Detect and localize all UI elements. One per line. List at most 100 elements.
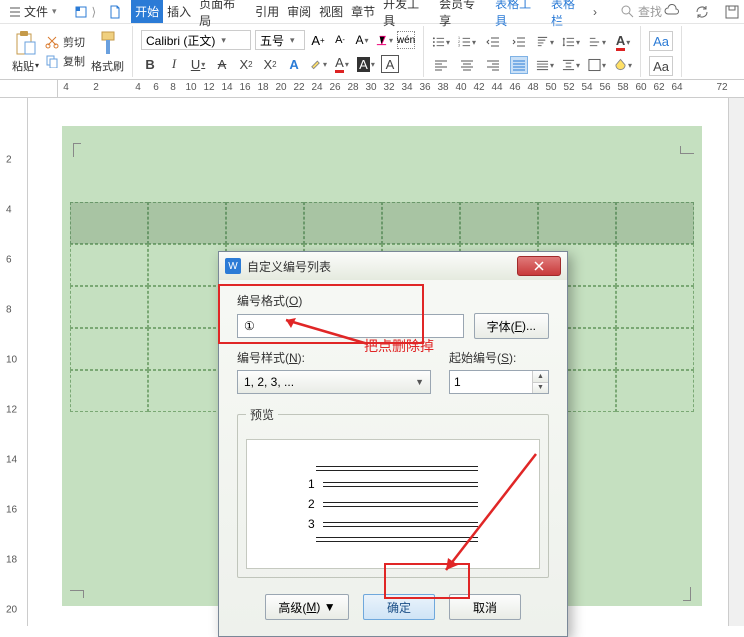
tabs-overflow[interactable]: › [591,5,599,19]
preview-num: 1 [308,477,315,491]
spin-down[interactable]: ▼ [532,383,548,394]
align-center-button[interactable] [458,56,476,74]
file-menu-label: 文件 [24,3,48,20]
shading-button[interactable] [614,56,632,74]
font-button[interactable]: 字体(F)... [474,313,549,339]
tab-setup-button[interactable] [588,33,606,51]
ok-button[interactable]: 确定 [363,594,435,620]
format-value: ① [244,319,255,333]
copy-button[interactable]: 复制 [43,52,87,70]
char-shading-button[interactable]: A [357,55,375,73]
line-spacing-button[interactable] [562,33,580,51]
phonetic-guide-button[interactable]: wén [397,31,415,49]
cut-button[interactable]: 剪切 [43,33,87,51]
align-right-button[interactable] [484,56,502,74]
cancel-button[interactable]: 取消 [449,594,521,620]
tab-view[interactable]: 视图 [315,0,347,23]
margin-corner [683,587,691,601]
tab-section[interactable]: 章节 [347,0,379,23]
style-value: 1, 2, 3, ... [244,375,294,389]
sep: ⟩ [92,5,97,19]
font-color-button[interactable]: A [333,55,351,73]
spin-up[interactable]: ▲ [532,371,548,383]
margin-corner [680,146,694,154]
number-style-select[interactable]: 1, 2, 3, ... [237,370,431,394]
horizontal-ruler[interactable]: 4 2 4 6 8 10 12 14 16 18 20 22 24 26 28 … [58,80,744,97]
home-icon[interactable] [73,4,89,20]
start-number-spinner[interactable]: 1 ▲▼ [449,370,549,394]
preview-num: 3 [308,517,315,531]
para-color-button[interactable]: A [614,33,632,51]
advanced-button[interactable]: 高级(M) ▼ [265,594,349,620]
format-painter-label: 格式刷 [91,58,124,74]
save-icon[interactable] [724,4,740,20]
clear-format-button[interactable] [375,31,393,49]
margin-corner [73,143,81,157]
number-list-button[interactable]: 123 [458,33,476,51]
superscript-button[interactable]: X2 [237,55,255,73]
tab-insert[interactable]: 插入 [163,0,195,23]
tab-start[interactable]: 开始 [131,0,163,23]
style2-button[interactable]: Aa [649,56,673,76]
cut-label: 剪切 [63,34,85,50]
preview-num: 2 [308,497,315,511]
hamburger-icon [10,7,20,17]
cloud-icon[interactable] [664,4,680,20]
change-case-button[interactable]: A [353,31,371,49]
style1-button[interactable]: Aa [649,31,673,51]
preview-box: 1 2 3 [246,439,540,569]
font-size-select[interactable]: 五号 [255,30,305,50]
char-border-button[interactable]: A [381,55,399,73]
tab-review[interactable]: 审阅 [283,0,315,23]
align-left-button[interactable] [432,56,450,74]
dialog-titlebar[interactable]: W 自定义编号列表 [219,252,567,280]
sort-button[interactable] [536,33,554,51]
paste-icon [15,30,37,56]
search-box[interactable]: 查找 [621,3,662,20]
start-label: 起始编号(S): [449,349,549,366]
sync-icon[interactable] [694,4,710,20]
close-icon [533,261,545,271]
dialog-app-icon: W [225,258,241,274]
number-format-input[interactable]: ① [237,314,464,338]
file-menu[interactable]: 文件 ▾ [4,1,63,22]
subscript-button[interactable]: X2 [261,55,279,73]
copy-label: 复制 [63,53,85,69]
dialog-title: 自定义编号列表 [247,258,331,275]
increase-indent-button[interactable] [510,33,528,51]
borders-button[interactable] [588,56,606,74]
cut-icon [45,35,59,49]
format-painter-button[interactable]: 格式刷 [87,26,128,77]
preview-label: 预览 [246,406,278,423]
paste-label: 粘贴 [12,58,34,74]
copy-icon [45,54,59,68]
align-distributed-button[interactable] [536,56,554,74]
vertical-scrollbar[interactable] [728,98,744,626]
search-placeholder: 查找 [638,3,662,20]
grow-font-button[interactable]: A+ [309,31,327,49]
paste-button[interactable]: 粘贴▾ [8,26,43,77]
custom-number-list-dialog: W 自定义编号列表 编号格式(O) ① 字体(F)... 编号样式(N): 1,… [218,251,568,637]
doc-icon[interactable] [107,4,123,20]
highlight-button[interactable] [309,55,327,73]
align-justify-button[interactable] [510,56,528,74]
font-name-select[interactable]: Calibri (正文) [141,30,251,50]
vertical-ruler[interactable]: 2 4 6 8 10 12 14 16 18 20 [0,98,28,626]
underline-button[interactable]: U [189,55,207,73]
decrease-indent-button[interactable] [484,33,502,51]
start-value: 1 [454,375,461,389]
text-effects-button[interactable]: A [285,55,303,73]
tab-reference[interactable]: 引用 [251,0,283,23]
bold-button[interactable]: B [141,55,159,73]
bullet-list-button[interactable] [432,33,450,51]
format-label: 编号格式(O) [237,292,549,309]
margin-corner [70,590,84,598]
strike-button[interactable]: A [213,55,231,73]
format-painter-icon [98,30,118,56]
search-icon [621,5,634,18]
close-button[interactable] [517,256,561,276]
italic-button[interactable]: I [165,55,183,73]
shrink-font-button[interactable]: A- [331,31,349,49]
style-label: 编号样式(N): [237,349,431,366]
para-spacing-button[interactable] [562,56,580,74]
